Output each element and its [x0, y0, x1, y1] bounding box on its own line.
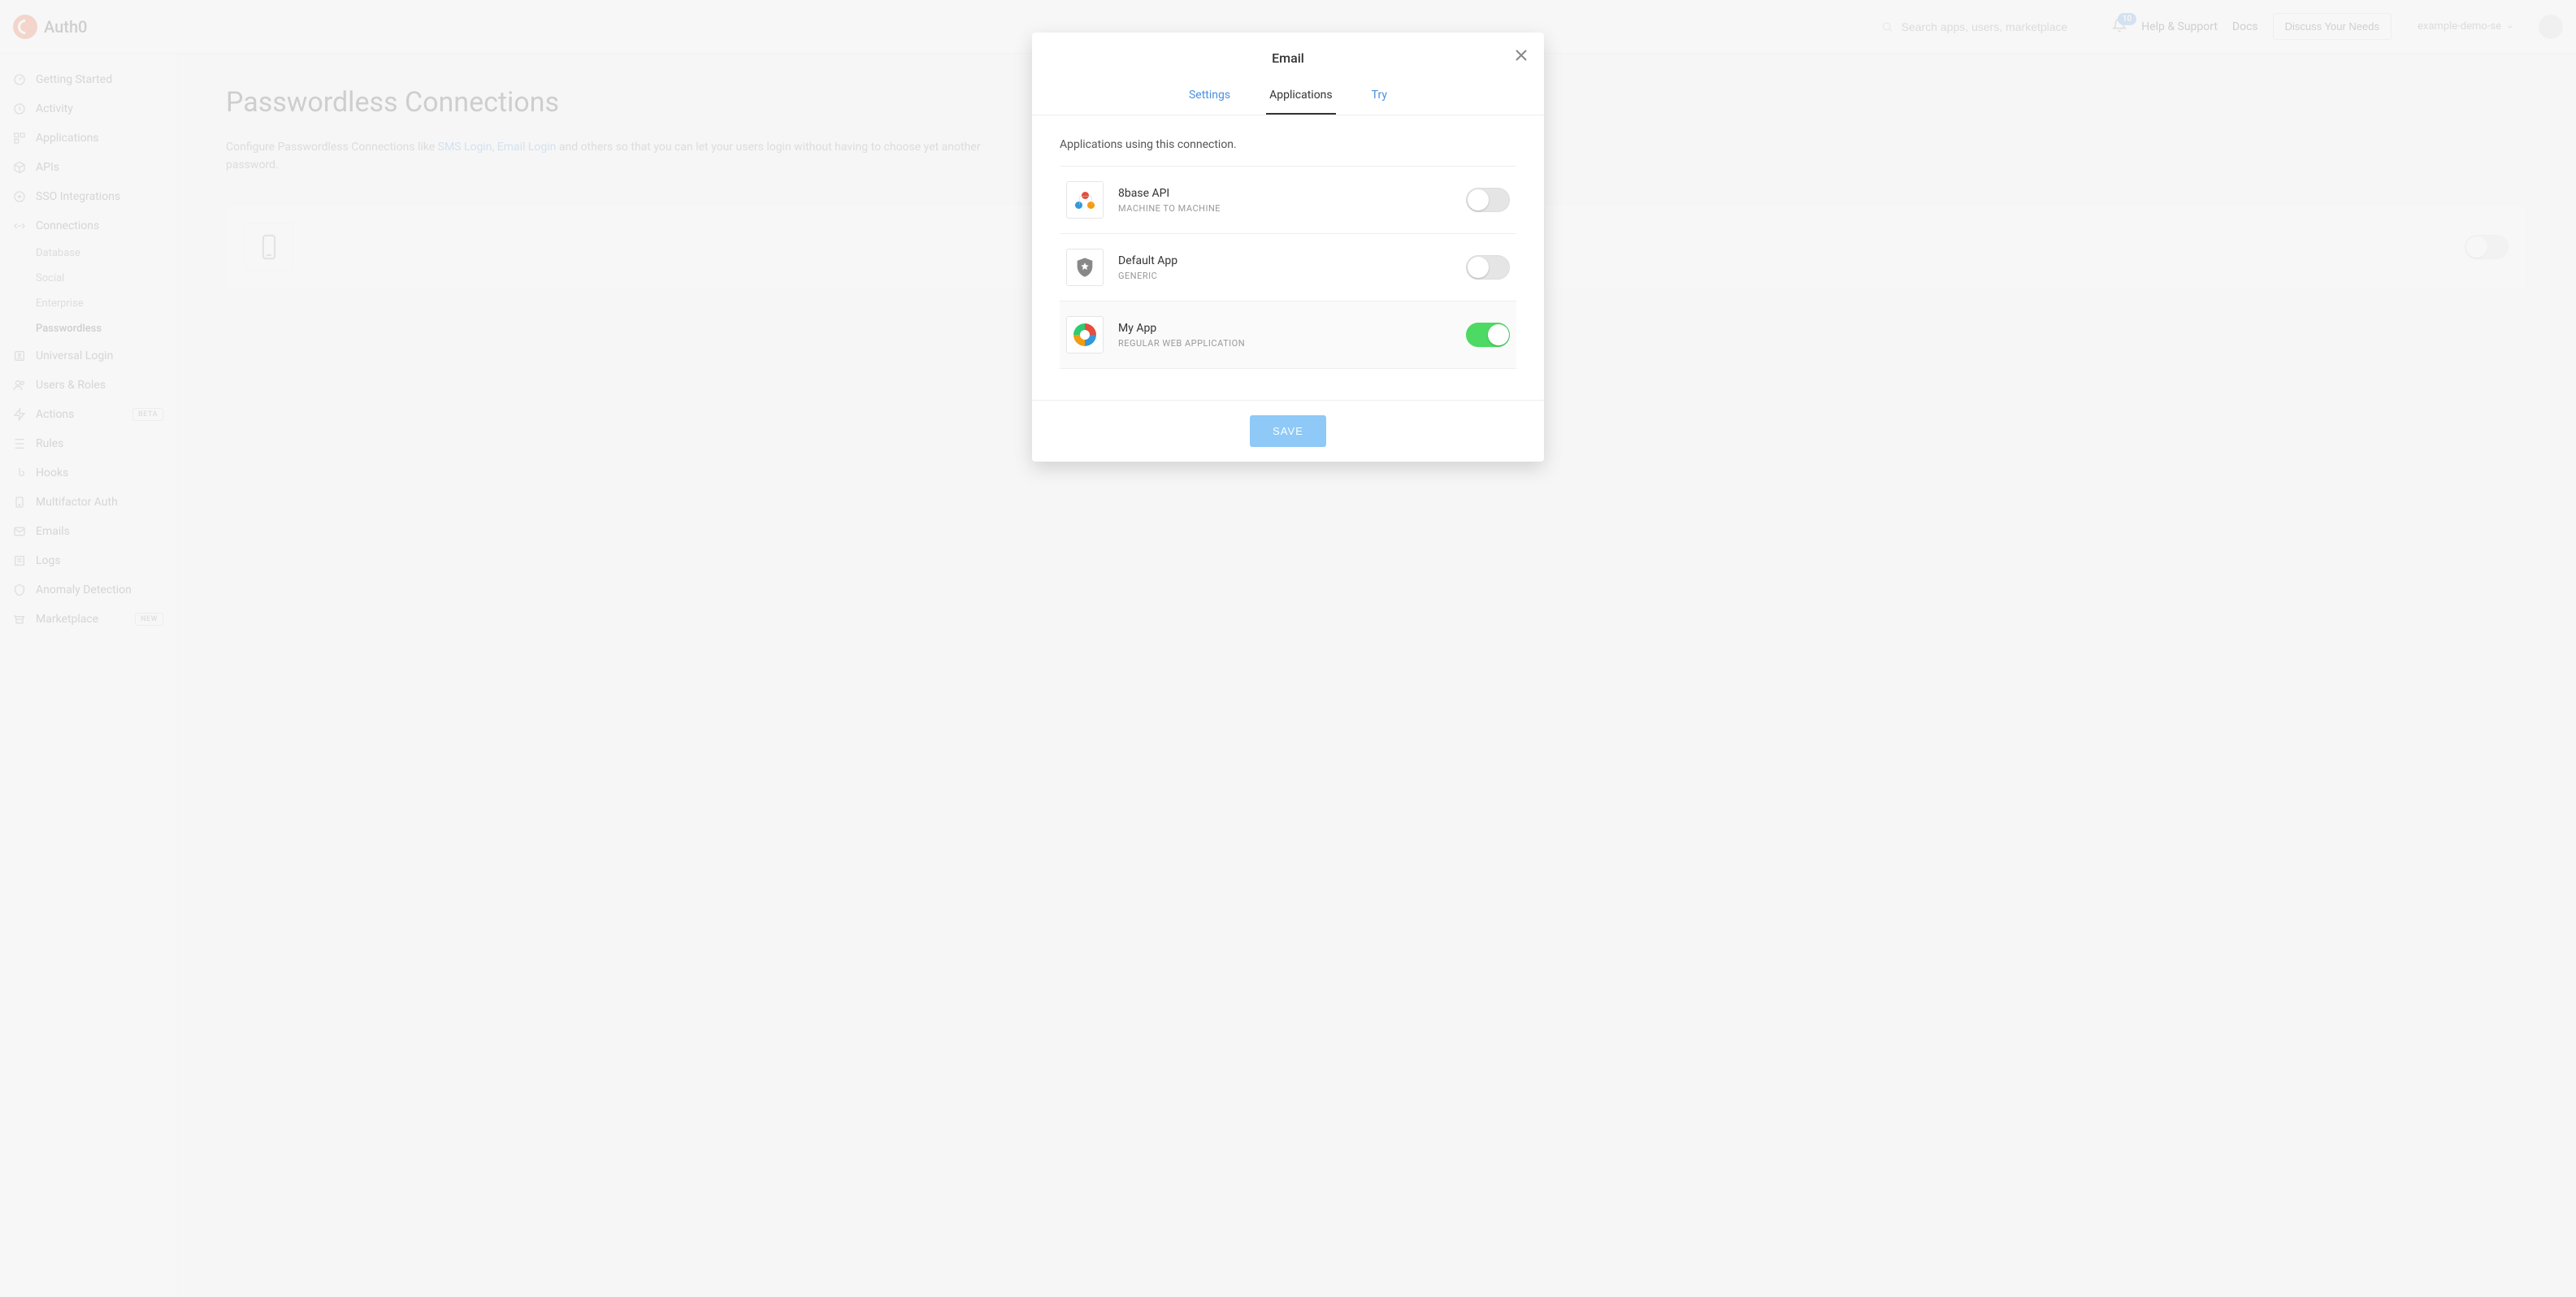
email-connection-modal: Email Settings Applications Try Applicat…: [1032, 33, 1544, 462]
app-row-myapp: My App REGULAR WEB APPLICATION: [1060, 301, 1516, 369]
close-button[interactable]: [1511, 46, 1531, 65]
tab-applications[interactable]: Applications: [1266, 80, 1336, 115]
donut-icon: [1073, 323, 1096, 346]
tab-settings[interactable]: Settings: [1186, 80, 1234, 115]
toggle-myapp[interactable]: [1466, 323, 1510, 347]
app-row-8base: 8base API MACHINE TO MACHINE: [1060, 166, 1516, 233]
modal-subtitle: Applications using this connection.: [1060, 138, 1516, 151]
app-type: GENERIC: [1118, 271, 1177, 281]
app-icon-myapp: [1066, 316, 1104, 354]
app-row-default: Default App GENERIC: [1060, 233, 1516, 301]
save-button[interactable]: SAVE: [1250, 415, 1326, 447]
app-type: REGULAR WEB APPLICATION: [1118, 338, 1245, 349]
modal-tabs: Settings Applications Try: [1032, 80, 1544, 115]
app-name: Default App: [1118, 254, 1177, 267]
dots-icon: [1073, 189, 1096, 211]
toggle-default[interactable]: [1466, 255, 1510, 280]
shield-star-icon: [1073, 256, 1096, 279]
app-icon-8base: [1066, 181, 1104, 219]
app-name: My App: [1118, 322, 1245, 335]
modal-wrap: Email Settings Applications Try Applicat…: [0, 0, 2576, 1297]
toggle-8base[interactable]: [1466, 188, 1510, 212]
app-name: 8base API: [1118, 187, 1221, 200]
modal-title: Email: [1032, 33, 1544, 80]
close-icon: [1511, 46, 1531, 65]
app-icon-default: [1066, 249, 1104, 286]
tab-try[interactable]: Try: [1368, 80, 1390, 115]
app-type: MACHINE TO MACHINE: [1118, 203, 1221, 214]
